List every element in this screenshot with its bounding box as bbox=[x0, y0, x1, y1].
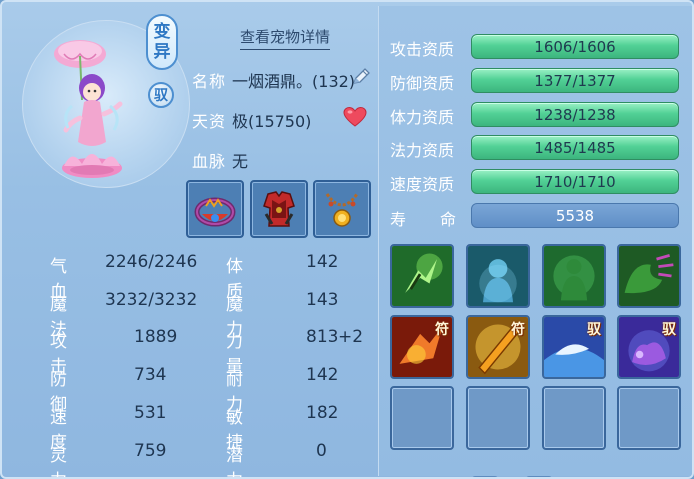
quality-label: 体力资质 bbox=[390, 108, 455, 127]
empty-skill-slot[interactable] bbox=[542, 386, 606, 450]
stat-value: 813 bbox=[306, 327, 339, 347]
stat-value: 142 bbox=[306, 252, 339, 272]
aptitude-value: 极(15750) bbox=[232, 112, 312, 131]
quality-label: 速度资质 bbox=[390, 175, 455, 194]
name-row: 名称 一烟酒鼎。(132) bbox=[192, 68, 355, 92]
name-value: 一烟酒鼎。(132) bbox=[232, 72, 356, 91]
skill-slot[interactable]: 符 bbox=[466, 315, 530, 379]
stat-value: 2246/2246 bbox=[105, 252, 198, 272]
lifespan-bar: 5538 bbox=[471, 203, 679, 228]
pet-info-panel: 变 异 驭 查看宠物详情 名称 一烟酒鼎。(132) 天资 极(15750) 血… bbox=[0, 0, 694, 479]
stat-label: 潜力 bbox=[226, 446, 243, 477]
bloodline-label: 血脉 bbox=[192, 152, 227, 171]
stat-value: 734 bbox=[134, 365, 167, 385]
stat-value: 1889 bbox=[134, 327, 178, 347]
mutant-badge-char-2: 异 bbox=[153, 42, 171, 62]
skill-slot[interactable] bbox=[617, 244, 681, 308]
green-claw-skill-icon bbox=[619, 246, 679, 306]
pet-avatar bbox=[54, 40, 123, 178]
stat-label: 灵力 bbox=[50, 446, 67, 477]
quality-bar: 1710/1710 bbox=[471, 169, 679, 194]
aptitude-label: 天资 bbox=[192, 112, 227, 131]
view-pet-detail-link[interactable]: 查看宠物详情 bbox=[240, 26, 331, 50]
blue-defense-skill-icon bbox=[468, 246, 528, 306]
stat-value: 531 bbox=[134, 403, 167, 423]
skill-slot[interactable] bbox=[390, 244, 454, 308]
quality-bar: 1238/1238 bbox=[471, 102, 679, 127]
bead-necklace-icon bbox=[325, 193, 359, 227]
skill-tag: 驭 bbox=[662, 322, 676, 338]
equip-slot-2[interactable] bbox=[250, 180, 308, 238]
edit-name-icon[interactable] bbox=[350, 66, 372, 88]
skill-slot[interactable] bbox=[466, 244, 530, 308]
quality-bar: 1485/1485 bbox=[471, 135, 679, 160]
equip-slot-1[interactable] bbox=[186, 180, 244, 238]
mutant-badge: 变 异 bbox=[146, 14, 178, 70]
name-label: 名称 bbox=[192, 72, 227, 91]
empty-skill-slot[interactable] bbox=[617, 386, 681, 450]
lifespan-label-a: 寿 bbox=[390, 210, 407, 229]
stat-value: 182 bbox=[306, 403, 339, 423]
equip-slot-3[interactable] bbox=[313, 180, 371, 238]
quality-label: 法力资质 bbox=[390, 141, 455, 160]
bloodline-row: 血脉 无 bbox=[192, 148, 248, 172]
armor-icon bbox=[263, 191, 295, 227]
skill-tag: 符 bbox=[511, 322, 525, 338]
mutant-badge-char-1: 变 bbox=[153, 22, 171, 42]
necklace-ring-icon bbox=[194, 197, 236, 227]
stat-value: 0 bbox=[316, 441, 327, 461]
stat-value: 3232/3232 bbox=[105, 290, 198, 310]
quality-bar: 1377/1377 bbox=[471, 68, 679, 93]
skill-tag: 符 bbox=[435, 322, 449, 338]
aptitude-row: 天资 极(15750) bbox=[192, 108, 311, 132]
skill-tag: 驭 bbox=[587, 322, 601, 338]
lifespan-label: 寿命 bbox=[390, 206, 456, 230]
skill-slot[interactable]: 驭 bbox=[617, 315, 681, 379]
stat-value: 143 bbox=[306, 290, 339, 310]
skill-slot[interactable] bbox=[542, 244, 606, 308]
skill-slot[interactable]: 符 bbox=[390, 315, 454, 379]
quality-label: 防御资质 bbox=[390, 74, 455, 93]
bloodline-value: 无 bbox=[232, 152, 249, 171]
stat-bonus: +2 bbox=[338, 327, 364, 347]
page-tabs-hint bbox=[472, 476, 552, 477]
green-aura-skill-icon bbox=[544, 246, 604, 306]
stat-value: 759 bbox=[134, 441, 167, 461]
heart-icon[interactable] bbox=[343, 106, 367, 128]
empty-skill-slot[interactable] bbox=[390, 386, 454, 450]
quality-label: 攻击资质 bbox=[390, 40, 455, 59]
mount-badge[interactable]: 驭 bbox=[148, 82, 174, 108]
green-strike-skill-icon bbox=[392, 246, 452, 306]
quality-bar: 1606/1606 bbox=[471, 34, 679, 59]
lifespan-label-b: 命 bbox=[440, 210, 457, 229]
stat-value: 142 bbox=[306, 365, 339, 385]
skill-slot[interactable]: 驭 bbox=[542, 315, 606, 379]
empty-skill-slot[interactable] bbox=[466, 386, 530, 450]
